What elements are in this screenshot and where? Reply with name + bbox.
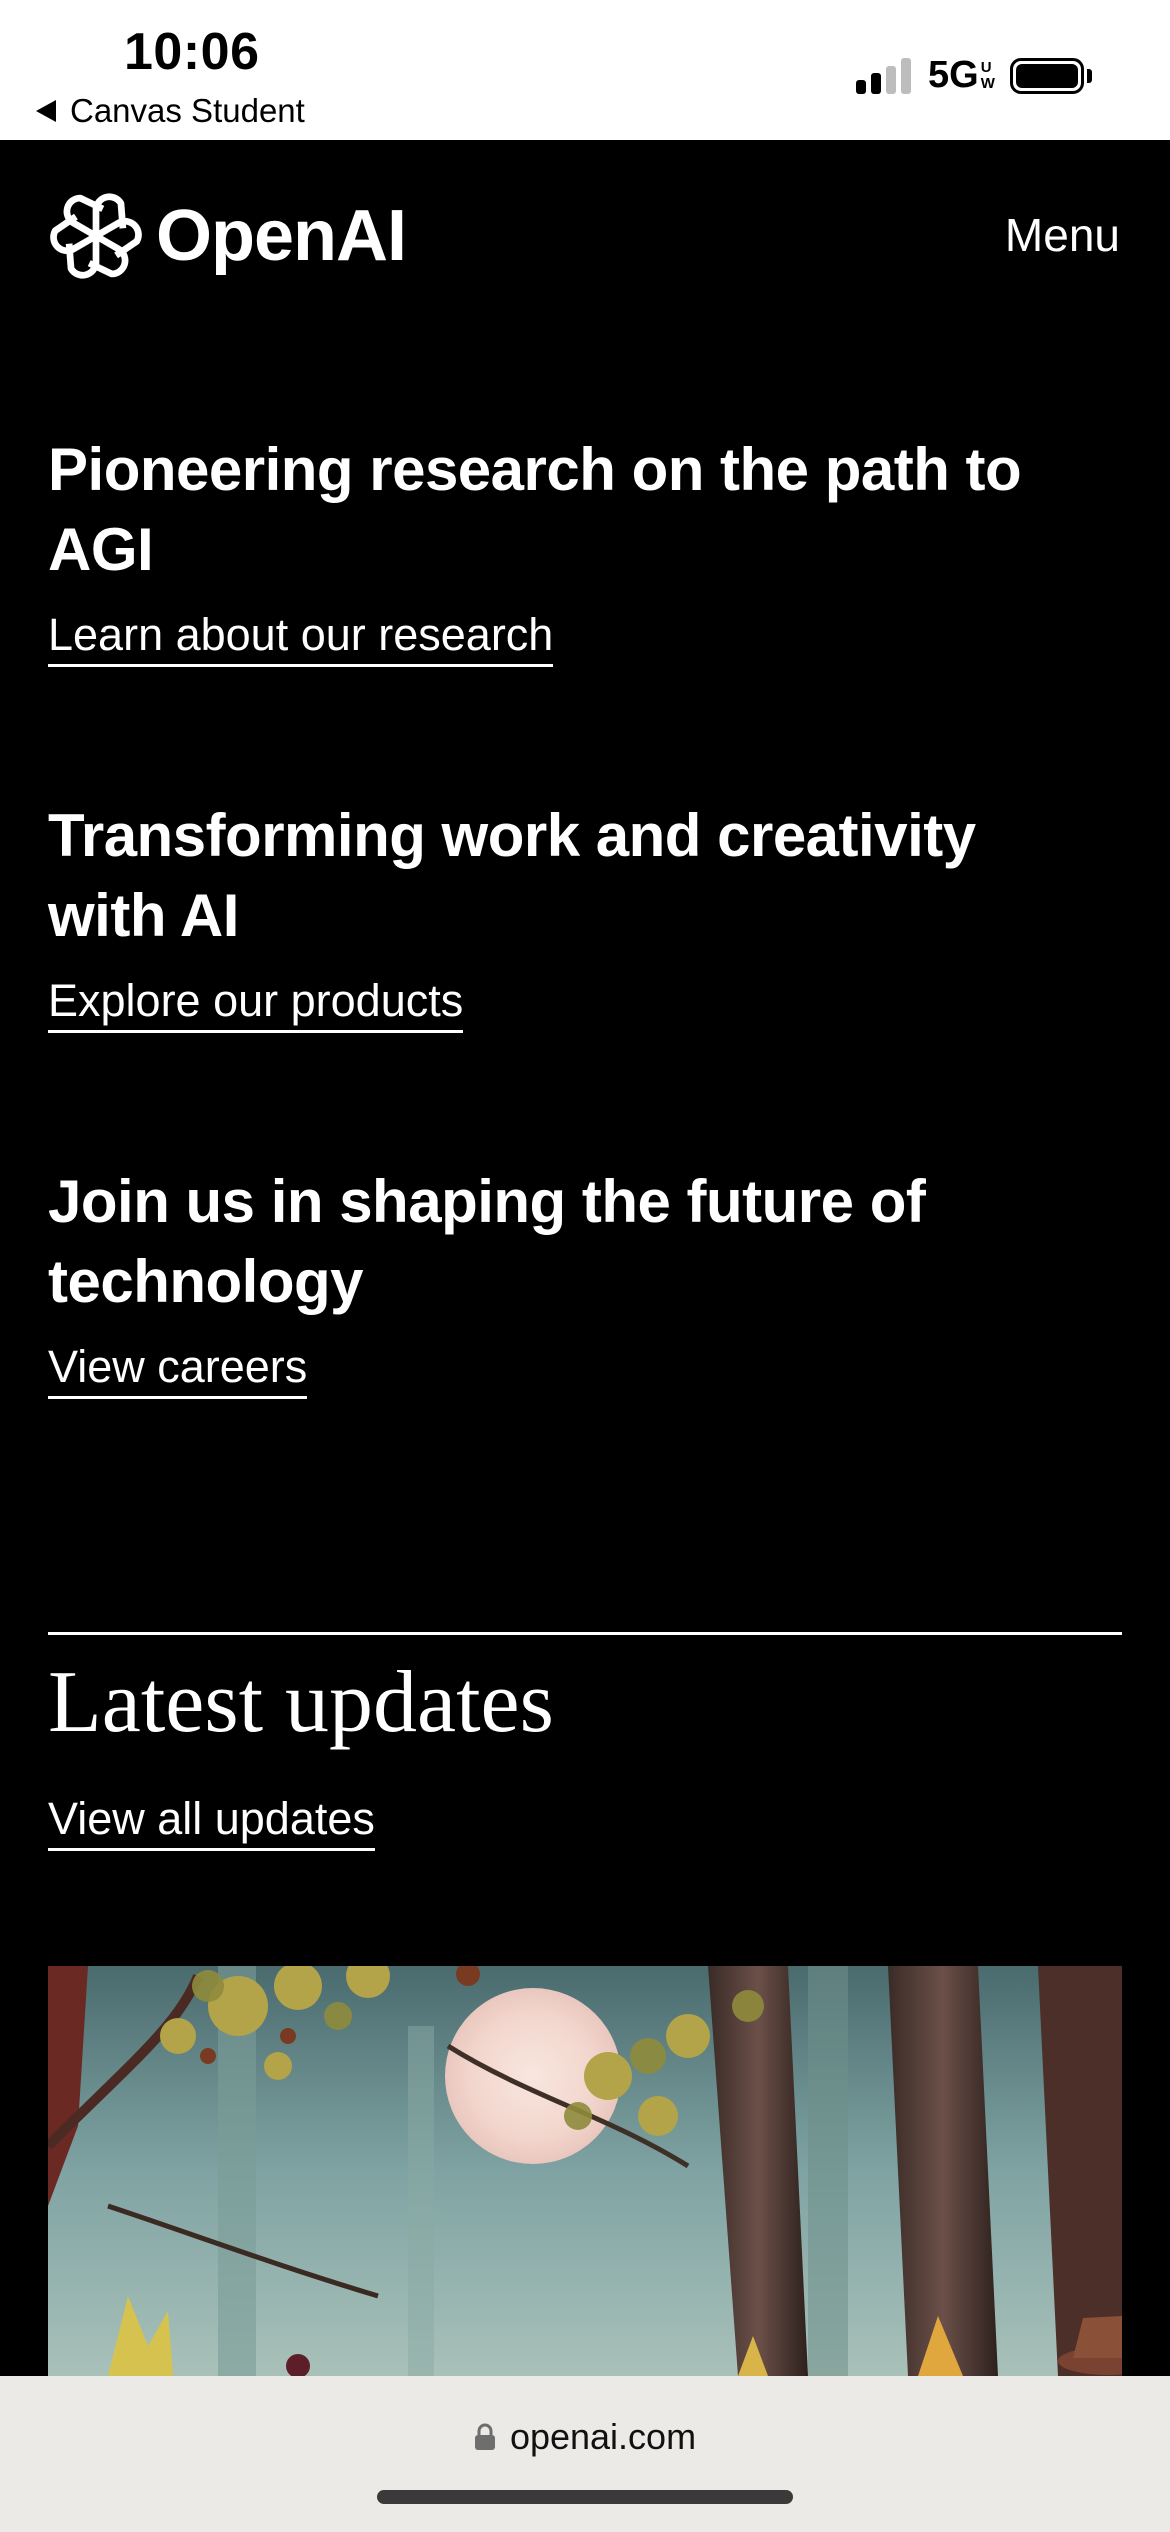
status-time: 10:06	[124, 23, 260, 81]
network-indicator: 5G U W	[928, 54, 995, 97]
home-indicator[interactable]	[377, 2490, 793, 2504]
menu-button[interactable]: Menu	[1005, 208, 1120, 262]
back-to-app-button[interactable]: Canvas Student	[36, 92, 305, 130]
forest-moon-illustration	[48, 1966, 1122, 2376]
network-uw-label: U W	[980, 58, 995, 92]
careers-section: Join us in shaping the future of technol…	[48, 1162, 1108, 1399]
openai-logo[interactable]: OpenAI	[48, 188, 407, 284]
view-all-updates-link[interactable]: View all updates	[48, 1792, 375, 1851]
research-section: Pioneering research on the path to AGI L…	[48, 430, 1108, 667]
research-heading: Pioneering research on the path to AGI	[48, 436, 1022, 583]
network-sub-w: W	[980, 74, 995, 92]
latest-updates-title: Latest updates	[48, 1654, 554, 1751]
research-link[interactable]: Learn about our research	[48, 608, 554, 667]
network-type: 5G	[928, 54, 979, 96]
openai-blossom-icon	[48, 188, 144, 284]
back-app-label: Canvas Student	[70, 92, 305, 129]
url-display[interactable]: openai.com	[0, 2416, 1170, 2458]
cellular-signal-icon	[856, 58, 911, 94]
back-arrow-icon	[36, 100, 56, 122]
careers-heading: Join us in shaping the future of technol…	[48, 1168, 926, 1315]
careers-link[interactable]: View careers	[48, 1340, 308, 1399]
products-heading: Transforming work and creativity with AI	[48, 802, 976, 949]
featured-update-image[interactable]	[48, 1966, 1122, 2376]
status-bar: 10:06 Canvas Student 5G U W	[0, 0, 1170, 140]
products-section: Transforming work and creativity with AI…	[48, 796, 1108, 1033]
network-sub-u: U	[980, 58, 992, 76]
brand-name: OpenAI	[156, 196, 407, 276]
lock-icon	[474, 2423, 495, 2450]
section-divider	[48, 1632, 1122, 1635]
url-text: openai.com	[509, 2416, 697, 2457]
battery-tip	[1087, 69, 1092, 83]
battery-icon	[1010, 58, 1084, 94]
products-link[interactable]: Explore our products	[48, 974, 464, 1033]
browser-address-bar[interactable]: openai.com	[0, 2376, 1170, 2532]
